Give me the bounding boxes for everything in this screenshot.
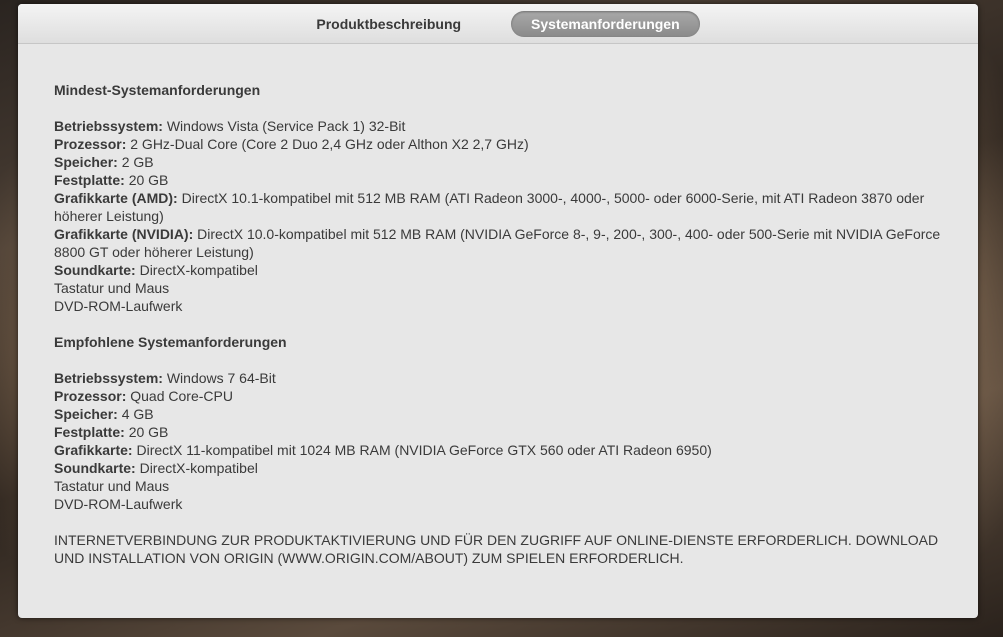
spec-row: Grafikkarte (AMD): DirectX 10.1-kompatib… [54, 189, 942, 225]
extra-requirement: Tastatur und Maus [54, 280, 170, 296]
spec-row: Prozessor: 2 GHz-Dual Core (Core 2 Duo 2… [54, 135, 942, 153]
requirements-content: Mindest-Systemanforderungen Betriebssyst… [18, 44, 978, 567]
spec-value: Windows Vista (Service Pack 1) 32-Bit [166, 118, 406, 134]
spec-row: Grafikkarte (NVIDIA): DirectX 10.0-kompa… [54, 225, 942, 261]
spec-label: Grafikkarte (AMD): [54, 190, 178, 206]
spec-label: Speicher: [54, 154, 118, 170]
spec-label: Festplatte: [54, 424, 125, 440]
spec-value: DirectX-kompatibel [139, 262, 258, 278]
spec-row: Festplatte: 20 GB [54, 423, 942, 441]
spec-value: Windows 7 64-Bit [166, 370, 276, 386]
spec-label: Grafikkarte: [54, 442, 133, 458]
tab-produktbeschreibung[interactable]: Produktbeschreibung [296, 11, 481, 37]
spec-value: DirectX 10.1-kompatibel mit 512 MB RAM (… [54, 190, 925, 224]
spec-label: Prozessor: [54, 388, 127, 404]
spec-row: Betriebssystem: Windows 7 64-Bit [54, 369, 942, 387]
extra-requirement: DVD-ROM-Laufwerk [54, 496, 183, 512]
spec-label: Betriebssystem: [54, 370, 163, 386]
tab-systemanforderungen[interactable]: Systemanforderungen [511, 10, 700, 37]
spec-value: 20 GB [128, 424, 169, 440]
tab-bar: Produktbeschreibung Systemanforderungen [18, 4, 978, 44]
recommended-requirements-title: Empfohlene Systemanforderungen [54, 334, 287, 350]
spec-label: Prozessor: [54, 136, 127, 152]
spec-label: Festplatte: [54, 172, 125, 188]
spec-value: Quad Core-CPU [130, 388, 233, 404]
spec-value: 20 GB [128, 172, 169, 188]
extra-requirement: DVD-ROM-Laufwerk [54, 298, 183, 314]
spec-row: Soundkarte: DirectX-kompatibel [54, 261, 942, 279]
spec-row: Speicher: 4 GB [54, 405, 942, 423]
spec-row: Prozessor: Quad Core-CPU [54, 387, 942, 405]
minimum-requirements-title: Mindest-Systemanforderungen [54, 82, 261, 98]
spec-label: Soundkarte: [54, 460, 136, 476]
spec-value: 4 GB [121, 406, 154, 422]
spec-label: Betriebssystem: [54, 118, 163, 134]
spec-value: 2 GHz-Dual Core (Core 2 Duo 2,4 GHz oder… [130, 136, 529, 152]
spec-value: 2 GB [121, 154, 154, 170]
extra-requirement: Tastatur und Maus [54, 478, 170, 494]
spec-row: Festplatte: 20 GB [54, 171, 942, 189]
spec-row: Soundkarte: DirectX-kompatibel [54, 459, 942, 477]
spec-row: Betriebssystem: Windows Vista (Service P… [54, 117, 942, 135]
spec-label: Speicher: [54, 406, 118, 422]
spec-value: DirectX 11-kompatibel mit 1024 MB RAM (N… [136, 442, 712, 458]
spec-label: Grafikkarte (NVIDIA): [54, 226, 194, 242]
spec-row: Grafikkarte: DirectX 11-kompatibel mit 1… [54, 441, 942, 459]
spec-label: Soundkarte: [54, 262, 136, 278]
spec-row: Speicher: 2 GB [54, 153, 942, 171]
internet-notice: INTERNETVERBINDUNG ZUR PRODUKTAKTIVIERUN… [54, 532, 939, 566]
spec-value: DirectX-kompatibel [139, 460, 258, 476]
requirements-panel: Produktbeschreibung Systemanforderungen … [18, 4, 978, 618]
